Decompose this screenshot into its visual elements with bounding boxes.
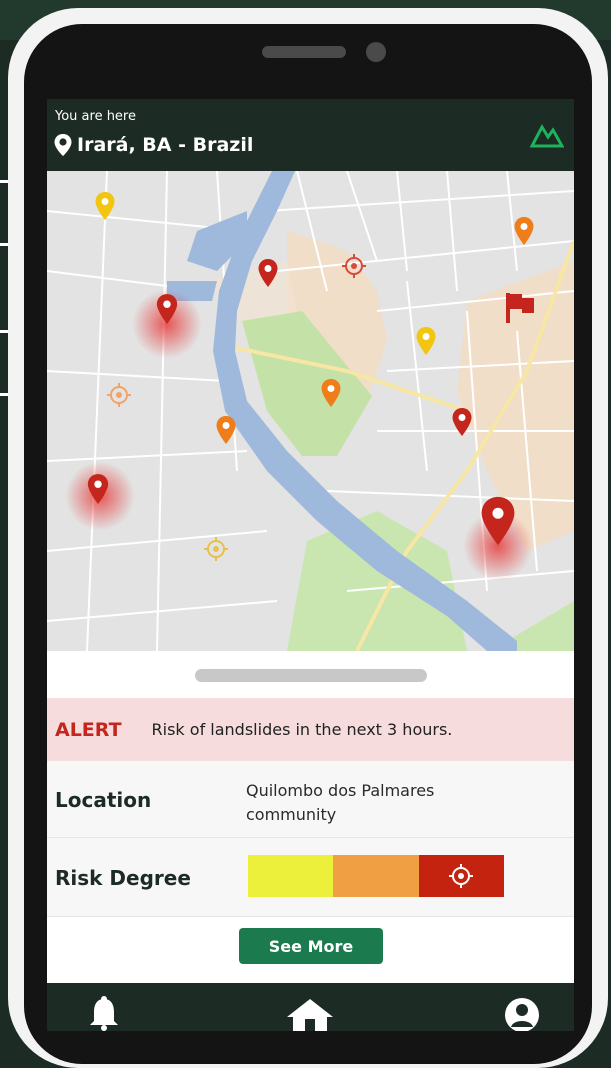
map-pin-icon[interactable] — [94, 191, 116, 221]
risk-level-low — [248, 855, 334, 897]
mountain-icon[interactable] — [530, 119, 564, 149]
map-pin-icon[interactable] — [415, 326, 437, 356]
map-pin-icon[interactable] — [479, 495, 517, 547]
phone-camera — [366, 42, 386, 62]
app-header: You are here Irará, BA - Brazil — [47, 99, 574, 171]
risk-degree-label: Risk Degree — [55, 866, 191, 890]
bell-icon[interactable] — [87, 995, 121, 1031]
map-pin-icon[interactable] — [215, 415, 237, 445]
map-pin-icon[interactable] — [257, 258, 279, 288]
bottom-navigation — [47, 983, 574, 1031]
alert-message: Risk of landslides in the next 3 hours. — [151, 720, 453, 739]
map-pin-icon[interactable] — [513, 216, 535, 246]
app-screen: You are here Irará, BA - Brazil ALERT Ri… — [47, 99, 574, 1031]
current-location: Irará, BA - Brazil — [53, 133, 253, 157]
user-icon[interactable] — [504, 997, 540, 1031]
phone-speaker — [262, 46, 346, 58]
you-are-here-label: You are here — [55, 109, 136, 124]
risk-level-medium — [333, 855, 419, 897]
target-icon[interactable] — [204, 537, 228, 561]
map-pin-icon[interactable] — [320, 378, 342, 408]
risk-level-high — [418, 855, 504, 897]
risk-degree-bar — [248, 855, 504, 897]
alert-label: ALERT — [55, 718, 122, 741]
home-icon[interactable] — [285, 997, 335, 1031]
target-icon — [448, 864, 473, 888]
map-pin-icon[interactable] — [451, 407, 473, 437]
map-pin-icon[interactable] — [155, 293, 179, 325]
risk-map[interactable] — [47, 171, 574, 651]
flag-icon[interactable] — [504, 291, 536, 325]
location-label: Location — [55, 788, 152, 812]
alert-banner: ALERT Risk of landslides in the next 3 h… — [47, 698, 574, 761]
drag-handle[interactable] — [195, 669, 427, 682]
location-pin-icon — [54, 134, 72, 156]
see-more-button[interactable]: See More — [239, 928, 383, 964]
target-icon[interactable] — [342, 254, 366, 278]
map-pin-icon[interactable] — [86, 473, 110, 505]
location-value: Quilombo dos Palmares community — [246, 781, 435, 824]
location-row: Location Quilombo dos Palmares community — [47, 761, 574, 838]
location-name: Irará, BA - Brazil — [77, 134, 254, 156]
target-icon[interactable] — [107, 383, 131, 407]
